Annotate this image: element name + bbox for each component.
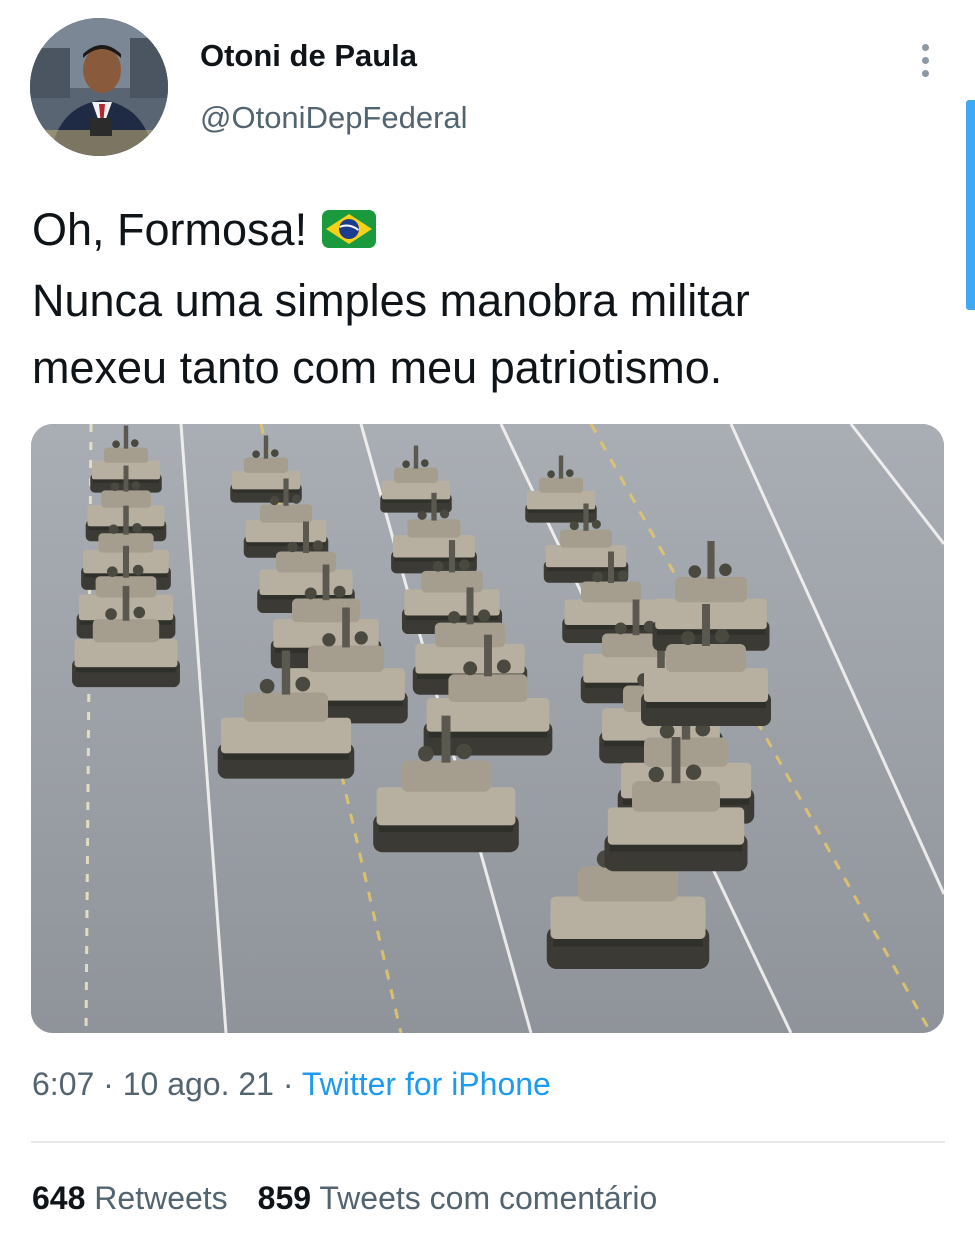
retweets-count: 648	[32, 1180, 86, 1216]
tweet-meta: 6:07 · 10 ago. 21 · Twitter for iPhone	[32, 1066, 551, 1103]
tweet-line-2: Nunca uma simples manobra militar	[32, 275, 750, 326]
quotes-count: 859	[257, 1180, 312, 1216]
tweet-photo[interactable]	[31, 424, 944, 1033]
quotes-label: Tweets com comentário	[319, 1180, 658, 1216]
profile-photo	[30, 18, 168, 156]
author-display-name[interactable]: Otoni de Paula	[200, 38, 417, 74]
tweet-time: 6:07	[32, 1066, 95, 1102]
tweet-line-1-text: Oh, Formosa!	[32, 204, 308, 255]
photo-tanks-parade	[31, 424, 944, 1033]
tweet-stats: 648 Retweets 859 Tweets com comentário	[32, 1180, 657, 1217]
retweets-label: Retweets	[94, 1180, 228, 1216]
avatar[interactable]	[30, 18, 168, 156]
tweet-source-link[interactable]: Twitter for iPhone	[302, 1066, 551, 1102]
divider	[31, 1141, 945, 1143]
meta-separator: ·	[94, 1066, 123, 1102]
tweet-line-1: Oh, Formosa!	[32, 196, 932, 267]
brazil-flag-icon	[321, 200, 377, 267]
tweet-date: 10 ago. 21	[122, 1066, 274, 1102]
tweet-line-3: mexeu tanto com meu patriotismo.	[32, 342, 723, 393]
scrollbar[interactable]	[966, 100, 975, 310]
retweets-stat[interactable]: 648 Retweets	[32, 1180, 228, 1216]
quotes-stat[interactable]: 859 Tweets com comentário	[258, 1180, 658, 1216]
more-options-icon[interactable]	[905, 40, 945, 80]
author-handle[interactable]: @OtoniDepFederal	[200, 100, 468, 136]
meta-separator: ·	[273, 1066, 302, 1102]
tweet-text: Oh, Formosa! Nunca uma simples manobra m…	[32, 196, 932, 401]
